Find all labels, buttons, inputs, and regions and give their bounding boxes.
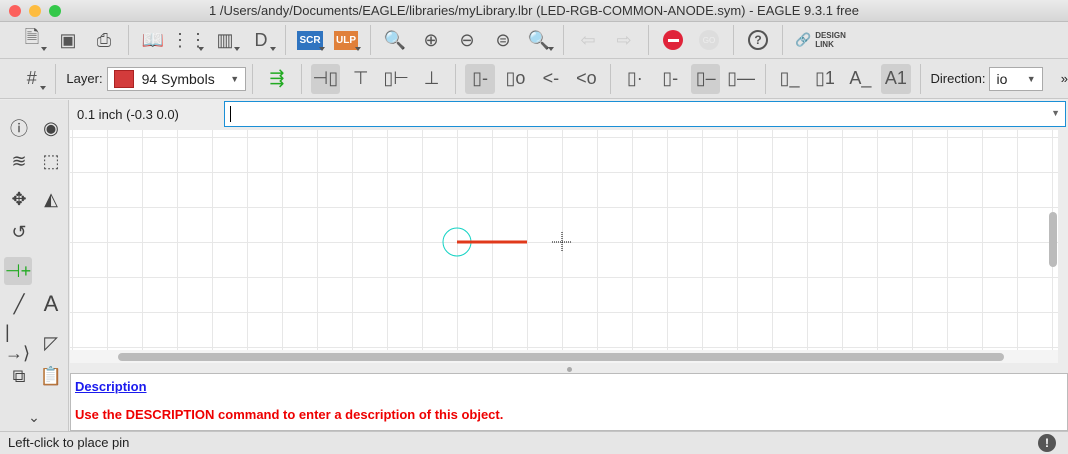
swap-pins-icon[interactable]: ⇶ <box>262 64 291 94</box>
command-line-input[interactable]: ▼ <box>224 101 1066 127</box>
description-panel: Description Use the DESCRIPTION command … <box>70 373 1068 431</box>
pin-length-point-icon[interactable]: ▯· <box>620 64 649 94</box>
paste-icon[interactable]: 📋 <box>37 362 65 390</box>
script-button[interactable]: SCR <box>295 25 325 55</box>
rotate-icon[interactable]: ↺ <box>5 218 33 246</box>
grid-icon[interactable]: # <box>17 64 47 94</box>
package-icon[interactable]: ⋮⋮ <box>171 25 207 55</box>
ulp-button[interactable]: ULP <box>331 25 361 55</box>
pin-function-dotclk-icon[interactable]: ⊥ <box>417 64 446 94</box>
pin-length-long-icon[interactable]: ▯— <box>726 64 755 94</box>
close-window-button[interactable] <box>9 5 21 17</box>
save-icon[interactable]: ▣ <box>53 25 83 55</box>
line-icon[interactable]: ╱ <box>5 290 33 318</box>
layer-label: Layer: <box>66 71 103 86</box>
status-bar: Left-click to place pin ! <box>0 431 1068 454</box>
pin-dotclk-icon[interactable]: <o <box>572 64 601 94</box>
info-icon[interactable]: ⓘ <box>5 114 33 142</box>
link-icon: 🔗 <box>795 32 812 47</box>
symbol-gate-icon[interactable]: D <box>246 25 276 55</box>
zoom-redraw-icon[interactable]: ⊜ <box>488 25 518 55</box>
visible-both-icon[interactable]: A1 <box>881 63 911 94</box>
mirror-icon[interactable]: ◭ <box>37 185 65 213</box>
zoom-in-icon[interactable]: ⊕ <box>416 25 446 55</box>
visible-pin-icon[interactable]: A_ <box>846 64 875 94</box>
print-icon[interactable]: ⎙ <box>89 25 119 55</box>
crosshair-cursor <box>552 232 572 252</box>
layer-select[interactable]: 94 Symbols ▼ <box>106 66 247 91</box>
splitter-handle[interactable] <box>567 367 572 372</box>
help-button[interactable]: ? <box>743 25 773 55</box>
visible-pad-icon[interactable]: ▯1 <box>810 64 839 94</box>
pin-visible-off-icon[interactable]: ▯- <box>465 63 495 94</box>
pin-dot-icon[interactable]: ▯o <box>501 64 530 94</box>
window-title: 1 /Users/andy/Documents/EAGLE/libraries/… <box>209 3 859 18</box>
redo-icon[interactable]: ⇨ <box>609 25 639 55</box>
pin-length-middle-icon[interactable]: ▯– <box>690 63 721 94</box>
name-attribute-icon[interactable]: |→⟩ <box>5 322 33 363</box>
copy-icon[interactable]: ⧉ <box>5 362 33 390</box>
arc-icon[interactable]: ◸ <box>37 329 65 357</box>
zoom-fit-icon[interactable]: 🔍 <box>380 25 410 55</box>
command-toolbar: ⓘ ◉ ≋ ⬚ ✥ ◭ ↺ ⊣+ ╱ A |→⟩ ◸ ⧉ 📋 ⌄ <box>0 100 69 431</box>
status-text: Left-click to place pin <box>8 435 130 450</box>
vertical-scrollbar[interactable] <box>1048 130 1058 350</box>
main-toolbar: 🗎 ▣ ⎙ 📖 ⋮⋮ ▥ D SCR ULP 🔍 ⊕ ⊖ ⊜ 🔍 ⇦ ⇨ GO … <box>0 22 1068 59</box>
stop-button[interactable] <box>658 25 688 55</box>
design-link-button[interactable]: 🔗 DESIGN LINK <box>795 31 849 49</box>
move-icon[interactable]: ✥ <box>5 185 33 213</box>
group-select-icon[interactable]: ⬚ <box>37 147 65 175</box>
open-icon[interactable]: 🗎 <box>17 25 47 55</box>
pin-length-short-icon[interactable]: ▯- <box>656 64 685 94</box>
pin-function-none-icon[interactable]: ⊣▯ <box>310 63 341 94</box>
go-button[interactable]: GO <box>694 25 724 55</box>
description-link[interactable]: Description <box>75 379 147 394</box>
direction-select[interactable]: io ▼ <box>989 66 1043 91</box>
layers-icon[interactable]: ≋ <box>5 147 33 175</box>
zoom-window-button[interactable] <box>49 5 61 17</box>
title-bar: 1 /Users/andy/Documents/EAGLE/libraries/… <box>0 0 1068 22</box>
command-history-dropdown[interactable]: ▼ <box>1051 108 1060 118</box>
library-book-icon[interactable]: 📖 <box>138 25 168 55</box>
horizontal-scrollbar[interactable] <box>70 350 1058 363</box>
pin-function-clk-icon[interactable]: ▯⊢ <box>381 64 410 94</box>
alert-icon[interactable]: ! <box>1038 434 1056 452</box>
zoom-out-icon[interactable]: ⊖ <box>452 25 482 55</box>
pin-clk-icon[interactable]: <- <box>536 64 565 94</box>
layer-color-swatch <box>113 69 134 88</box>
expand-more-icon[interactable]: ⌄ <box>20 403 48 431</box>
minimize-window-button[interactable] <box>29 5 41 17</box>
zoom-select-icon[interactable]: 🔍 <box>524 25 554 55</box>
more-tools-button[interactable]: » <box>1061 71 1068 86</box>
direction-label: Direction: <box>930 71 986 86</box>
grid-readout: 0.1 inch (-0.3 0.0) <box>77 107 179 122</box>
footprint-icon[interactable]: ▥ <box>210 25 240 55</box>
drawing-canvas[interactable] <box>70 130 1058 350</box>
undo-icon[interactable]: ⇦ <box>573 25 603 55</box>
pin-function-dot-icon[interactable]: ⊤ <box>346 64 375 94</box>
stop-icon <box>663 30 683 50</box>
parameter-toolbar: # Layer: 94 Symbols ▼ ⇶ ⊣▯ ⊤ ▯⊢ ⊥ ▯- ▯o <… <box>0 59 1068 99</box>
coordinate-bar: 0.1 inch (-0.3 0.0) ▼ <box>70 100 1068 130</box>
visible-off-icon[interactable]: ▯_ <box>775 64 804 94</box>
description-message: Use the DESCRIPTION command to enter a d… <box>75 407 504 422</box>
show-eye-icon[interactable]: ◉ <box>37 114 65 142</box>
pin-add-icon[interactable]: ⊣+ <box>4 257 32 285</box>
text-icon[interactable]: A <box>37 290 65 318</box>
